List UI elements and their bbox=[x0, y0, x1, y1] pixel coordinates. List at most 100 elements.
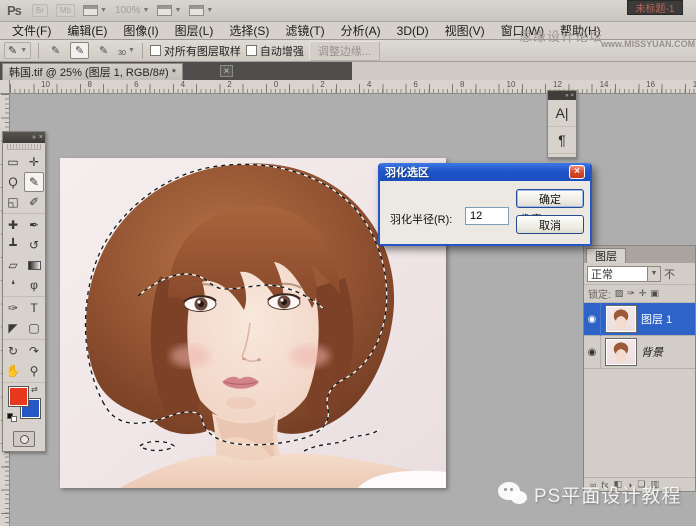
layer-row[interactable]: ◉背景 bbox=[584, 336, 695, 369]
lasso-tool[interactable]: Ϙ bbox=[3, 172, 23, 192]
tool-preset-picker[interactable]: ✎▼ bbox=[4, 42, 31, 59]
wechat-icon bbox=[498, 482, 528, 508]
right-eye bbox=[268, 294, 300, 309]
3d-rotate-tool[interactable]: ↻ bbox=[3, 341, 23, 361]
lock-controls: 锁定: ▨✑✛▣ bbox=[584, 285, 695, 303]
panel-gripper[interactable] bbox=[7, 144, 41, 150]
menu-item-6[interactable]: 分析(A) bbox=[333, 22, 389, 39]
eraser-tool[interactable]: ▱ bbox=[3, 255, 23, 275]
ruler-number: 6 bbox=[413, 80, 417, 89]
ruler-number: 8 bbox=[460, 80, 464, 89]
ruler-number: 16 bbox=[646, 80, 655, 89]
lock-icon-2[interactable]: ✛ bbox=[639, 288, 647, 299]
lock-icon-0[interactable]: ▨ bbox=[615, 288, 624, 299]
default-colors-icon[interactable] bbox=[7, 413, 17, 422]
application-bar: Ps Br Mb ▼ 100%▼ ▼ ▼ bbox=[0, 0, 696, 22]
layer-thumbnail[interactable] bbox=[606, 339, 636, 365]
arrange-documents-icon[interactable]: ▼ bbox=[83, 5, 107, 16]
checkbox-icon[interactable] bbox=[150, 45, 161, 56]
gradient-tool[interactable] bbox=[24, 255, 44, 275]
dialog-close-icon[interactable]: × bbox=[569, 165, 585, 179]
brush-picker[interactable]: 30 ▼ bbox=[118, 42, 135, 60]
history-brush-tool[interactable]: ↺ bbox=[24, 235, 44, 255]
menu-item-2[interactable]: 图像(I) bbox=[115, 22, 166, 39]
menu-item-7[interactable]: 3D(D) bbox=[389, 24, 437, 38]
mobile-icon[interactable]: Mb bbox=[56, 4, 75, 17]
collapse-panel-icon[interactable]: » bbox=[565, 93, 568, 99]
eyedropper-tool[interactable]: ✐ bbox=[24, 192, 44, 212]
rectangular-marquee-tool[interactable]: ▭ bbox=[3, 152, 23, 172]
ruler-number: 4 bbox=[181, 80, 185, 89]
paragraph-panel-icon[interactable]: ¶ bbox=[548, 127, 576, 154]
add-to-selection-mode-button[interactable]: ✎ bbox=[70, 42, 89, 59]
close-panel-icon[interactable]: × bbox=[39, 134, 43, 141]
tools-panel-header[interactable]: » × bbox=[3, 132, 45, 143]
clone-stamp-tool[interactable]: ┻ bbox=[3, 235, 23, 255]
move-tool[interactable]: ✛ bbox=[24, 152, 44, 172]
path-selection-tool[interactable]: ◤ bbox=[3, 318, 23, 338]
pen-tool[interactable]: ✑ bbox=[3, 298, 23, 318]
zoom-tool[interactable]: ⚲ bbox=[24, 361, 44, 381]
layer-visibility-eye-icon[interactable]: ◉ bbox=[584, 303, 601, 336]
dialog-title: 羽化选区 bbox=[385, 164, 569, 180]
document-tab-bar: 韩国.tif @ 25% (图层 1, RGB/8#) * × bbox=[0, 62, 696, 80]
dialog-title-bar[interactable]: 羽化选区 × bbox=[380, 163, 590, 181]
refine-edge-button[interactable]: 调整边缘... bbox=[309, 41, 380, 61]
menu-item-3[interactable]: 图层(L) bbox=[167, 22, 222, 39]
foreground-color[interactable] bbox=[9, 387, 28, 406]
sample-all-layers-checkbox[interactable]: 对所有图层取样 bbox=[150, 43, 241, 59]
document-close-icon[interactable]: × bbox=[220, 65, 233, 77]
chevron-down-icon[interactable]: ▼ bbox=[647, 267, 660, 281]
lock-icon-3[interactable]: ▣ bbox=[650, 288, 659, 299]
quick-selection-icon: ✎ bbox=[8, 44, 17, 57]
ok-button[interactable]: 确定 bbox=[516, 189, 584, 208]
shape-tool[interactable]: ▢ bbox=[24, 318, 44, 338]
horizontal-ruler[interactable]: 108642024681012141618 bbox=[10, 80, 696, 94]
cancel-button[interactable]: 取消 bbox=[516, 215, 584, 234]
brush-tool[interactable]: ✒ bbox=[24, 215, 44, 235]
layers-panel-tabs: 图层 bbox=[584, 246, 695, 263]
healing-brush-tool[interactable]: ✚ bbox=[3, 215, 23, 235]
layer-visibility-eye-icon[interactable]: ◉ bbox=[584, 336, 601, 369]
menu-item-0[interactable]: 文件(F) bbox=[4, 22, 59, 39]
zoom-level-control[interactable]: 100%▼ bbox=[115, 5, 150, 16]
feather-radius-input[interactable] bbox=[465, 207, 509, 225]
blend-mode-select[interactable]: 正常 ▼ bbox=[587, 266, 661, 282]
ruler-corner bbox=[0, 80, 10, 94]
dodge-tool[interactable]: φ bbox=[24, 275, 44, 295]
subtract-from-selection-mode-button[interactable]: ✎ bbox=[94, 42, 113, 59]
ruler-number: 14 bbox=[600, 80, 609, 89]
menu-item-1[interactable]: 编辑(E) bbox=[59, 22, 115, 39]
menu-item-4[interactable]: 选择(S) bbox=[221, 22, 277, 39]
color-swatches: ⇄ bbox=[3, 383, 45, 429]
crop-tool[interactable]: ◱ bbox=[3, 192, 23, 212]
swap-colors-icon[interactable]: ⇄ bbox=[31, 385, 38, 394]
bridge-icon[interactable]: Br bbox=[32, 4, 48, 17]
collapse-panel-icon[interactable]: » bbox=[32, 134, 36, 141]
layers-tab[interactable]: 图层 bbox=[586, 248, 626, 263]
new-selection-mode-button[interactable]: ✎ bbox=[46, 42, 65, 59]
character-panel-icon[interactable]: A| bbox=[548, 100, 576, 127]
blur-tool[interactable]: ❛ bbox=[3, 275, 23, 295]
menu-item-5[interactable]: 滤镜(T) bbox=[277, 22, 332, 39]
tools-panel: » × ▭✛Ϙ✎◱✐✚✒┻↺▱❛φ✑T◤▢↻↷✋⚲ ⇄ bbox=[2, 131, 46, 452]
view-extras-icon[interactable]: ▼ bbox=[157, 5, 181, 16]
auto-enhance-checkbox[interactable]: 自动增强 bbox=[246, 43, 304, 59]
menu-item-8[interactable]: 视图(V) bbox=[437, 22, 493, 39]
layer-thumbnail[interactable] bbox=[606, 306, 636, 332]
checkbox-icon[interactable] bbox=[246, 45, 257, 56]
type-tool[interactable]: T bbox=[24, 298, 44, 318]
quick-selection-tool[interactable]: ✎ bbox=[24, 172, 44, 192]
document-tab[interactable]: 韩国.tif @ 25% (图层 1, RGB/8#) * bbox=[2, 63, 183, 80]
untitled-document-tab[interactable]: 未标题-1 bbox=[627, 0, 683, 15]
hand-tool[interactable]: ✋ bbox=[3, 361, 23, 381]
lock-icon-1[interactable]: ✑ bbox=[627, 288, 635, 299]
screen-mode-icon[interactable]: ▼ bbox=[189, 5, 213, 16]
type-panel-header[interactable]: » × bbox=[548, 91, 576, 100]
layer-row[interactable]: ◉图层 1 bbox=[584, 303, 695, 336]
ps-logo: Ps bbox=[4, 3, 24, 18]
3d-orbit-tool[interactable]: ↷ bbox=[24, 341, 44, 361]
close-panel-icon[interactable]: × bbox=[570, 93, 574, 99]
quick-mask-button[interactable] bbox=[13, 431, 35, 447]
photoshop-window: Ps Br Mb ▼ 100%▼ ▼ ▼ 思缘设计论坛 www.MISSYUAN… bbox=[0, 0, 696, 526]
